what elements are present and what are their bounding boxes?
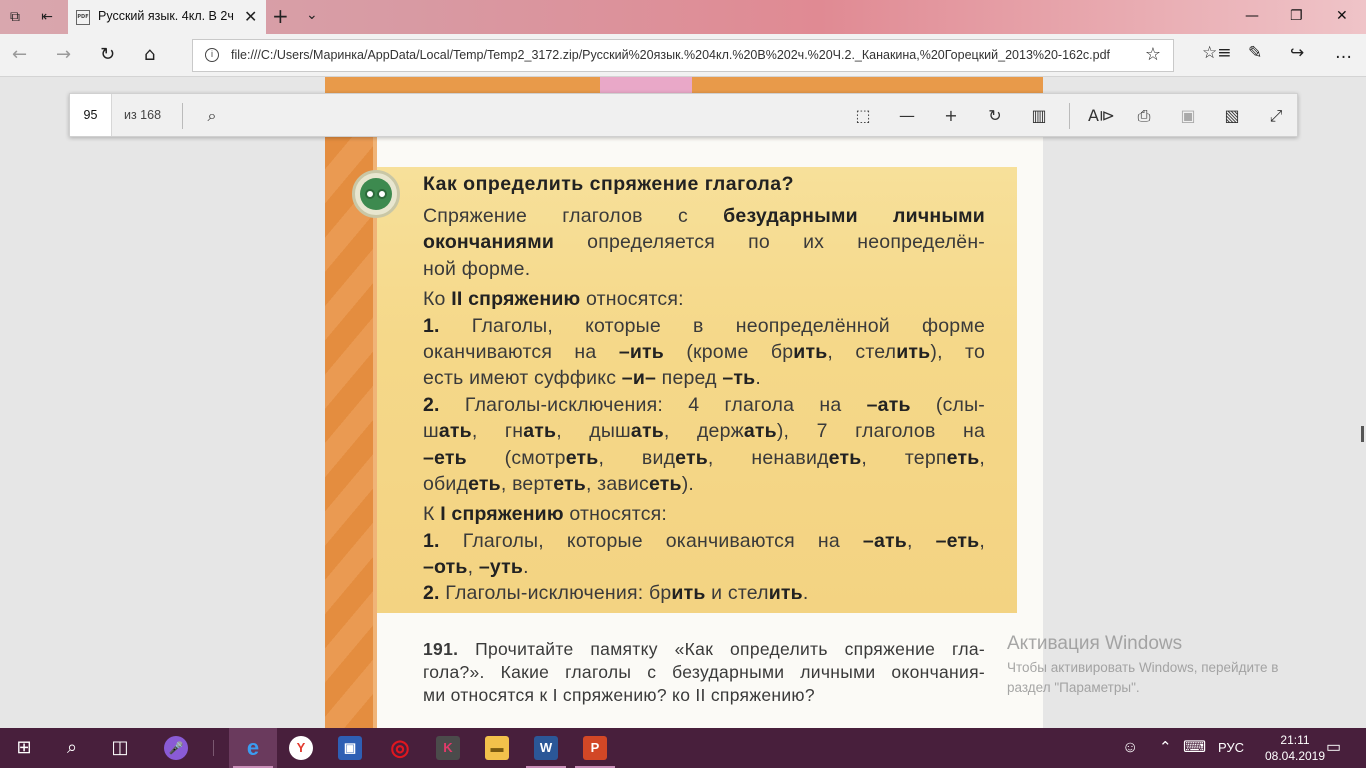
restore-icon[interactable]: ❐ [1290, 8, 1303, 24]
rule-line: обидеть, вертеть, зависеть). [423, 472, 695, 495]
edge-browser-icon[interactable]: e [229, 728, 277, 768]
cortana-mic-icon[interactable]: 🎤 [152, 728, 200, 768]
activation-watermark: Активация Windows Чтобы активировать Win… [1007, 633, 1278, 698]
rule-line: Ко II спряжению относятся: [423, 288, 684, 311]
yandex-browser-icon[interactable]: Y [277, 728, 325, 768]
rule-line: ной форме. [423, 257, 531, 280]
rule-line: К I спряжению относятся: [423, 503, 668, 526]
favorite-star-icon[interactable]: ☆ [1145, 44, 1161, 65]
save-as-icon[interactable]: ▧ [1220, 104, 1244, 128]
rule-line: Спряжение глаголов с безударными личными [423, 205, 985, 227]
activation-line: Чтобы активировать Windows, перейдите в [1007, 660, 1279, 675]
address-bar[interactable]: i file:///C:/Users/Маринка/AppData/Local… [192, 39, 1174, 72]
favorites-icon[interactable]: ☆≡ [1202, 43, 1231, 63]
kaspersky-icon[interactable]: K [424, 728, 472, 768]
rule-line: шать, гнать, дышать, держать), 7 глаголо… [423, 420, 985, 443]
tab-pdf-document[interactable]: PDF Русский язык. 4кл. В 2ч ✕ [68, 0, 266, 34]
window-close-icon[interactable]: ✕ [1336, 8, 1348, 24]
rule-heading: Как определить спряжение глагола? [423, 173, 795, 195]
forward-icon[interactable]: → [56, 44, 71, 65]
rule-line: 2. Глаголы-исключения: 4 глагола на –ать… [423, 393, 986, 416]
start-windows-icon[interactable]: ⊞ [0, 728, 48, 768]
fit-page-icon[interactable]: ⬚ [851, 104, 875, 128]
task-view-icon[interactable]: ◫ [96, 728, 144, 768]
floppy-app-icon[interactable]: ▣ [326, 728, 374, 768]
info-icon[interactable]: i [205, 48, 219, 62]
keyboard-icon[interactable]: ⌨ [1183, 728, 1206, 768]
set-tabs-aside-icon[interactable]: ⇤ [36, 6, 58, 28]
search-icon[interactable]: ⌕ [200, 104, 224, 128]
screen: ⧉ ⇤ PDF Русский язык. 4кл. В 2ч ✕ + ⌄ — … [0, 0, 1366, 768]
taskbar: ⊞ ⌕ ◫ 🎤 e Y ▣ ◎ K ▬ W P ☺ ⌃ ⌨ РУС 21:11 … [0, 728, 1366, 768]
title-bar: ⧉ ⇤ PDF Русский язык. 4кл. В 2ч ✕ + ⌄ — … [0, 0, 1366, 34]
zoom-in-icon[interactable]: + [939, 104, 963, 128]
search-icon[interactable]: ⌕ [48, 728, 96, 768]
powerpoint-icon[interactable]: P [571, 728, 619, 768]
exercise-text: 191. Прочитайте памятку «Как определить … [423, 638, 985, 707]
language-indicator[interactable]: РУС [1218, 728, 1244, 768]
page-layout-icon[interactable]: ▥ [1027, 104, 1051, 128]
back-icon[interactable]: ← [12, 44, 27, 65]
minimize-icon[interactable]: — [1245, 8, 1259, 24]
exercise-line: гола?». Какие глаголы с безударными личн… [423, 662, 985, 682]
page-total-label: из 168 [124, 108, 162, 122]
page-side-decoration [325, 135, 377, 728]
rotate-icon[interactable]: ↻ [983, 104, 1007, 128]
tab-close-icon[interactable]: ✕ [244, 7, 257, 26]
word-icon[interactable]: W [522, 728, 570, 768]
rule-text: Как определить спряжение глагола? Спряже… [423, 173, 985, 607]
owl-icon [352, 170, 400, 218]
exercise-line: 191. Прочитайте памятку «Как определить … [423, 639, 985, 659]
notifications-icon[interactable]: ▭ [1326, 728, 1341, 768]
rule-line: окончаниями определяется по их неопредел… [423, 231, 985, 254]
read-aloud-icon[interactable]: A⧐ [1088, 104, 1115, 128]
rule-line: 1. Глаголы, которые в неопределённой фор… [423, 314, 985, 337]
opera-browser-icon[interactable]: ◎ [376, 728, 424, 768]
activation-line: раздел "Параметры". [1007, 680, 1140, 695]
clock[interactable]: 21:11 08.04.2019 [1264, 732, 1326, 764]
tab-actions-icon[interactable]: ⧉ [4, 6, 26, 28]
pen-icon[interactable]: ✎ [1248, 43, 1262, 63]
refresh-icon[interactable]: ↻ [100, 44, 115, 65]
chevron-up-icon[interactable]: ⌃ [1159, 728, 1172, 768]
page-number-input[interactable]: 95 [70, 94, 112, 136]
people-icon[interactable]: ☺ [1122, 728, 1138, 768]
rule-line: –еть (смотреть, видеть, ненавидеть, терп… [423, 446, 986, 469]
rule-line: –оть, –уть. [423, 556, 529, 579]
zoom-out-icon[interactable]: — [895, 104, 919, 128]
address-url[interactable]: file:///C:/Users/Маринка/AppData/Local/T… [231, 48, 1110, 62]
pdf-page: Как определить спряжение глагола? Спряже… [325, 77, 1043, 728]
scrollbar-thumb[interactable] [1361, 426, 1364, 442]
clock-time: 21:11 [1280, 733, 1310, 747]
page-top-decoration [325, 77, 1043, 93]
fullscreen-icon[interactable]: ⤢ [1264, 104, 1288, 128]
more-icon[interactable]: … [1335, 43, 1352, 63]
exercise-line: ми относятся к I спряжению? ко II спряже… [423, 685, 815, 705]
activation-title: Активация Windows [1007, 633, 1183, 654]
clock-date: 08.04.2019 [1264, 749, 1326, 763]
new-tab-icon[interactable]: + [272, 4, 289, 28]
share-icon[interactable]: ↪ [1290, 43, 1304, 63]
file-explorer-icon[interactable]: ▬ [473, 728, 521, 768]
save-icon[interactable]: ▣ [1176, 104, 1200, 128]
rule-line: 1. Глаголы, которые оканчиваются на –ать… [423, 529, 985, 552]
rule-line: есть имеют суффикс –и– перед –ть. [423, 367, 761, 390]
rule-line: 2. Глаголы-исключения: брить и стелить. [423, 582, 809, 605]
home-icon[interactable]: ⌂ [144, 44, 155, 65]
tab-title: Русский язык. 4кл. В 2ч [98, 9, 234, 23]
rule-line: оканчиваются на –ить (кроме брить, стели… [423, 340, 985, 363]
navigation-bar: ← → ↻ ⌂ i file:///C:/Users/Маринка/AppDa… [0, 34, 1366, 77]
pdf-toolbar: 95 из 168 ⌕ ⬚ — + ↻ ▥ A⧐ ⎙ ▣ ▧ ⤢ [69, 93, 1298, 137]
pdf-icon: PDF [76, 10, 90, 25]
chevron-down-icon[interactable]: ⌄ [306, 7, 318, 23]
print-icon[interactable]: ⎙ [1132, 104, 1156, 128]
